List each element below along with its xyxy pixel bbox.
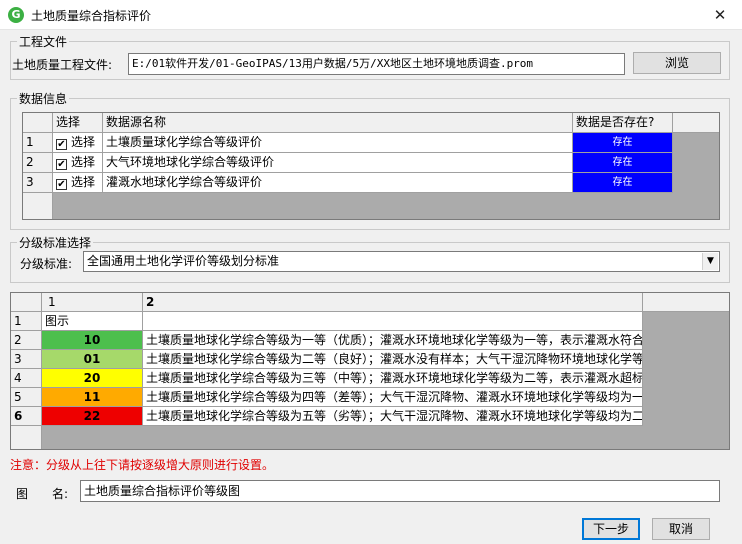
- source-name-cell: 灌溉水地球化学综合等级评价: [103, 173, 573, 193]
- checkbox-checked-icon[interactable]: ✔: [56, 179, 67, 190]
- grade-levels-grid: 1 2 1 图示 2 10 土壤质量地球化学综合等级为一等（优质）；灌溉水环境地…: [10, 292, 730, 450]
- project-file-legend: 工程文件: [19, 35, 68, 49]
- description-cell: [143, 312, 643, 331]
- chevron-down-icon[interactable]: ▼: [702, 253, 718, 270]
- level-color-swatch[interactable]: 11: [42, 388, 143, 407]
- select-checkbox[interactable]: ✔ 选择: [53, 133, 103, 153]
- row-number: 2: [23, 153, 53, 173]
- source-name-cell: 土壤质量球化学综合等级评价: [103, 133, 573, 153]
- window-title: 土地质量综合指标评价: [31, 9, 152, 23]
- grading-standard-legend: 分级标准选择: [19, 236, 92, 250]
- header-source-name: 数据源名称: [103, 113, 573, 133]
- header-filler: [643, 293, 729, 312]
- app-logo-icon: G: [8, 7, 24, 23]
- row-number: 3: [11, 350, 42, 369]
- row-number: 6: [11, 407, 42, 426]
- col-header-1: 1: [42, 293, 143, 312]
- select-label: 选择: [71, 175, 96, 189]
- warning-note: 注意：分级从上往下请按逐级增大原则进行设置。: [10, 458, 275, 472]
- level-color-swatch[interactable]: 01: [42, 350, 143, 369]
- col-header-2: 2: [143, 293, 643, 312]
- close-icon[interactable]: ✕: [698, 0, 742, 30]
- source-name-cell: 大气环境地球化学综合等级评价: [103, 153, 573, 173]
- row-number: 2: [11, 331, 42, 350]
- grid-corner: [23, 113, 53, 133]
- browse-button[interactable]: 浏览: [633, 52, 721, 74]
- project-file-label: 土地质量工程文件:: [12, 58, 113, 72]
- row-number: 1: [23, 133, 53, 153]
- row-header-empty: [23, 193, 53, 219]
- level-color-swatch[interactable]: 10: [42, 331, 143, 350]
- description-cell: 土壤质量地球化学综合等级为三等（中等）；灌溉水环境地球化学等级为二等，表示灌溉水…: [143, 369, 643, 388]
- exists-status-cell: 存在: [573, 153, 673, 173]
- checkbox-checked-icon[interactable]: ✔: [56, 139, 67, 150]
- header-filler: [673, 113, 719, 133]
- grading-standard-label: 分级标准:: [20, 257, 73, 271]
- row-header-empty: [11, 426, 42, 449]
- header-select: 选择: [53, 113, 103, 133]
- title-bar: G 土地质量综合指标评价 ✕: [0, 0, 742, 30]
- level-color-swatch[interactable]: 20: [42, 369, 143, 388]
- next-button[interactable]: 下一步: [582, 518, 640, 540]
- select-checkbox[interactable]: ✔ 选择: [53, 173, 103, 193]
- description-cell: 土壤质量地球化学综合等级为一等（优质）；灌溉水环境地球化学等级为一等，表示灌溉水…: [143, 331, 643, 350]
- select-label: 选择: [71, 155, 96, 169]
- exists-status-cell: 存在: [573, 133, 673, 153]
- row-number: 4: [11, 369, 42, 388]
- map-name-label-1: 图: [16, 487, 29, 501]
- description-cell: 土壤质量地球化学综合等级为五等（劣等）；大气干湿沉降物、灌溉水环境地球化学等级均…: [143, 407, 643, 426]
- map-name-input[interactable]: 土地质量综合指标评价等级图: [80, 480, 720, 502]
- row-number: 3: [23, 173, 53, 193]
- data-source-grid: 选择 数据源名称 数据是否存在? 1 ✔ 选择 土壤质量球化学综合等级评价 存在 …: [22, 112, 720, 220]
- select-checkbox[interactable]: ✔ 选择: [53, 153, 103, 173]
- exists-status-cell: 存在: [573, 173, 673, 193]
- select-label: 选择: [71, 135, 96, 149]
- row-number: 5: [11, 388, 42, 407]
- project-path-input[interactable]: E:/01软件开发/01-GeoIPAS/13用户数据/5万/XX地区土地环境地…: [128, 53, 625, 75]
- description-cell: 土壤质量地球化学综合等级为二等（良好）；灌溉水没有样本；大气干湿沉降物环境地球化…: [143, 350, 643, 369]
- row-number: 1: [11, 312, 42, 331]
- map-name-label-2: 名:: [52, 487, 69, 501]
- level-color-swatch[interactable]: 22: [42, 407, 143, 426]
- data-info-legend: 数据信息: [19, 92, 68, 106]
- legend-header-cell: 图示: [42, 312, 143, 331]
- description-cell: 土壤质量地球化学综合等级为四等（差等）；大气干湿沉降物、灌溉水环境地球化学等级均…: [143, 388, 643, 407]
- cancel-button[interactable]: 取消: [652, 518, 710, 540]
- grading-standard-value: 全国通用土地化学评价等级划分标准: [87, 254, 280, 268]
- checkbox-checked-icon[interactable]: ✔: [56, 159, 67, 170]
- grading-standard-select[interactable]: 全国通用土地化学评价等级划分标准 ▼: [83, 251, 720, 272]
- header-exists: 数据是否存在?: [573, 113, 673, 133]
- grid-corner: [11, 293, 42, 312]
